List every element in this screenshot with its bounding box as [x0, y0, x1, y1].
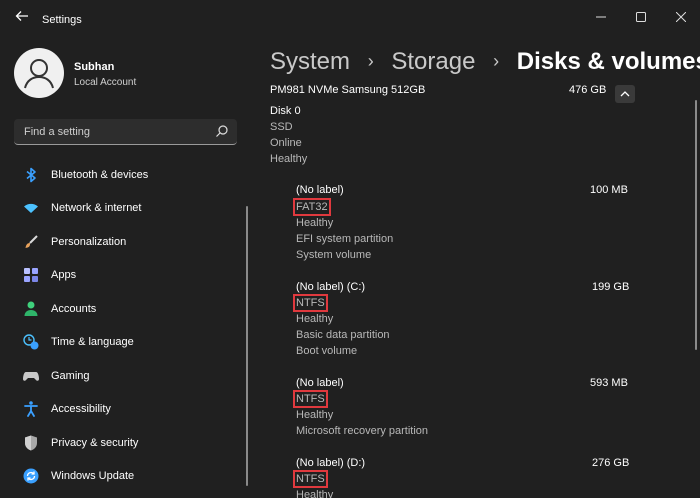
- user-name: Subhan: [74, 61, 115, 73]
- disk-type: SSD: [270, 121, 293, 133]
- volume-size: 276 GB: [592, 457, 630, 469]
- sidebar-item-label: Network & internet: [51, 202, 142, 215]
- minimize-button[interactable]: [584, 6, 618, 28]
- disk-model: PM981 NVMe Samsung 512GB: [270, 84, 426, 96]
- volume-role: Boot volume: [296, 345, 358, 357]
- gamepad-icon: [23, 368, 39, 384]
- maximize-button[interactable]: [624, 6, 658, 28]
- volume-name: (No label) (D:): [296, 457, 366, 469]
- breadcrumb-storage[interactable]: Storage: [391, 48, 475, 75]
- chevron-up-icon: [620, 91, 630, 97]
- sidebar-item-privacy-security[interactable]: Privacy & security: [14, 426, 240, 460]
- sidebar-item-label: Privacy & security: [51, 436, 139, 449]
- sidebar-item-time-language[interactable]: Time & language: [14, 326, 240, 360]
- volume-health: Healthy: [296, 217, 334, 229]
- sidebar-item-personalization[interactable]: Personalization: [14, 225, 240, 259]
- volume-partition-type: EFI system partition: [296, 233, 394, 245]
- clock-globe-icon: [23, 334, 39, 350]
- volume-health: Healthy: [296, 409, 334, 421]
- chevron-right-icon: ›: [493, 51, 500, 71]
- volume-name: (No label): [296, 184, 344, 196]
- volume-filesystem: NTFS: [293, 294, 328, 312]
- person-icon: [23, 301, 39, 317]
- disk-health: Healthy: [270, 153, 308, 165]
- sidebar-item-label: Personalization: [51, 235, 127, 248]
- volume-role: System volume: [296, 249, 372, 261]
- volume-partition-type: Microsoft recovery partition: [296, 425, 429, 437]
- sidebar-item-windows-update[interactable]: Windows Update: [14, 460, 240, 494]
- sidebar-item-label: Windows Update: [51, 470, 135, 483]
- sidebar-item-label: Gaming: [51, 369, 90, 382]
- sidebar-item-label: Bluetooth & devices: [51, 168, 149, 181]
- back-arrow-icon[interactable]: [12, 9, 32, 29]
- wifi-icon: [23, 200, 39, 216]
- volume-name: (No label): [296, 377, 344, 389]
- shield-icon: [23, 435, 39, 451]
- volume-filesystem: NTFS: [293, 390, 328, 408]
- breadcrumb-system[interactable]: System: [270, 48, 350, 75]
- sidebar-item-apps[interactable]: Apps: [14, 259, 240, 293]
- title-bar: Settings: [0, 0, 700, 40]
- disk-collapse-button[interactable]: [615, 85, 635, 103]
- sidebar-item-bluetooth[interactable]: Bluetooth & devices: [14, 158, 240, 192]
- search-box[interactable]: [14, 119, 237, 145]
- accessibility-icon: [23, 401, 39, 418]
- disks-volumes-panel: PM981 NVMe Samsung 512GB 476 GB Disk 0 S…: [250, 84, 690, 498]
- sidebar-item-gaming[interactable]: Gaming: [14, 359, 240, 393]
- sidebar-item-label: Apps: [51, 269, 77, 282]
- volume-filesystem: FAT32: [293, 198, 331, 216]
- sidebar-item-network[interactable]: Network & internet: [14, 192, 240, 226]
- apps-icon: [23, 267, 39, 283]
- sidebar-item-accessibility[interactable]: Accessibility: [14, 393, 240, 427]
- disk-label: Disk 0: [270, 105, 301, 117]
- account-type: Local Account: [74, 77, 137, 88]
- app-title: Settings: [42, 14, 82, 26]
- volume-size: 100 MB: [590, 184, 628, 196]
- close-button[interactable]: [664, 6, 698, 28]
- bluetooth-icon: [23, 167, 39, 183]
- sidebar-item-label: Accessibility: [51, 403, 111, 416]
- volume-size: 593 MB: [590, 377, 628, 389]
- breadcrumb: System › Storage › Disks & volumes: [270, 48, 700, 76]
- volume-size: 199 GB: [592, 281, 630, 293]
- volume-name: (No label) (C:): [296, 281, 366, 293]
- page-title: Disks & volumes: [516, 48, 700, 75]
- brush-icon: [23, 234, 39, 250]
- volume-filesystem: NTFS: [293, 470, 328, 488]
- search-input[interactable]: [22, 123, 211, 141]
- sidebar-scrollbar[interactable]: [246, 206, 248, 486]
- sidebar-item-accounts[interactable]: Accounts: [14, 292, 240, 326]
- sidebar-item-label: Accounts: [51, 302, 97, 315]
- volume-partition-type: Basic data partition: [296, 329, 390, 341]
- update-icon: [23, 468, 39, 484]
- sidebar-nav: Bluetooth & devices Network & internet P…: [14, 158, 240, 493]
- disk-status: Online: [270, 137, 302, 149]
- avatar[interactable]: [14, 48, 64, 98]
- search-icon[interactable]: [215, 124, 229, 138]
- content-scrollbar[interactable]: [695, 100, 697, 350]
- volume-health: Healthy: [296, 313, 334, 325]
- chevron-right-icon: ›: [367, 51, 374, 71]
- disk-size: 476 GB: [569, 84, 607, 96]
- sidebar-item-label: Time & language: [51, 336, 134, 349]
- volume-health: Healthy: [296, 489, 334, 498]
